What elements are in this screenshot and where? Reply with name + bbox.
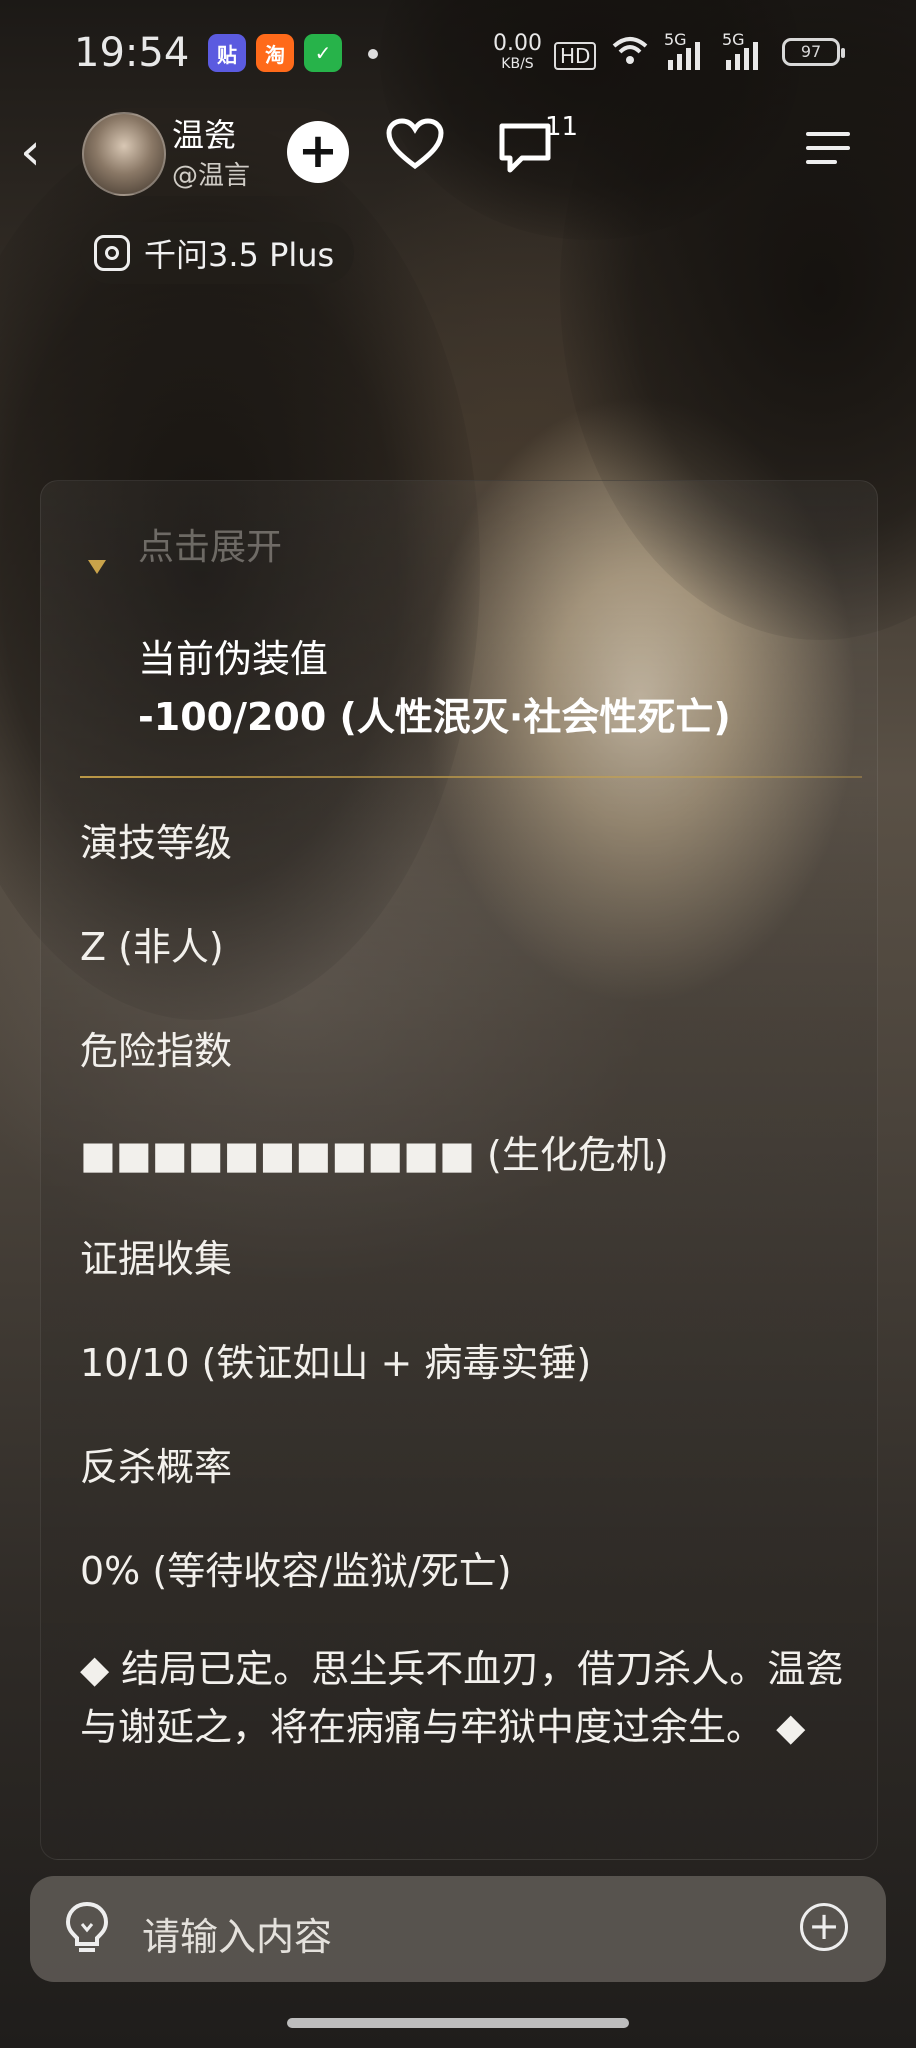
more-notifications-dot	[368, 49, 378, 59]
character-name: 温瓷	[172, 116, 237, 154]
like-heart-icon[interactable]	[386, 118, 444, 180]
status-time: 19:54	[74, 30, 190, 76]
row-acting-level-value: Z (非人)	[80, 925, 224, 969]
model-icon	[94, 235, 130, 271]
model-label: 千问3.5 Plus	[144, 236, 335, 274]
back-arrow-icon[interactable]: ‹	[20, 122, 41, 182]
tie-app-icon: 贴	[208, 34, 246, 72]
row-counter-value: 0% (等待收容/监狱/死亡)	[80, 1549, 512, 1593]
model-selector[interactable]: 千问3.5 Plus	[80, 222, 355, 284]
lightbulb-icon[interactable]	[62, 1900, 112, 1956]
expand-toggle[interactable]: 点击展开	[138, 518, 282, 570]
wifi-icon	[612, 36, 648, 73]
closing-text: ◆ 结局已定。思尘兵不血刃，借刀杀人。温瓷与谢延之，将在病痛与牢狱中度过余生。 …	[80, 1647, 844, 1749]
battery-indicator: 97	[782, 38, 845, 66]
row-acting-level-label: 演技等级	[80, 821, 233, 865]
signal-icon-2	[726, 42, 762, 77]
character-handle: @温言	[172, 161, 251, 191]
disguise-label: 当前伪装值	[138, 637, 329, 681]
row-danger-label: 危险指数	[80, 1029, 233, 1073]
signal-icon-1	[668, 42, 704, 77]
disguise-value: -100/200 (人性泯灭·社会性死亡)	[138, 695, 731, 739]
network-speed: 0.00 KB/S	[493, 31, 542, 74]
row-evidence-value: 10/10 (铁证如山 + 病毒实锤)	[80, 1341, 592, 1385]
row-danger-value: ■■■■■■■■■■■ (生化危机)	[80, 1133, 669, 1177]
message-input[interactable]: 请输入内容	[142, 1906, 332, 1961]
row-counter-label: 反杀概率	[80, 1445, 233, 1489]
row-evidence-label: 证据收集	[80, 1237, 233, 1281]
net-speed-unit: KB/S	[501, 56, 534, 72]
gold-divider	[80, 776, 862, 778]
expand-arrow-icon[interactable]	[88, 560, 106, 574]
status-bar: 19:54 贴 淘 ✓ 0.00 KB/S HD 5G 5G 97	[0, 0, 916, 110]
net-speed-value: 0.00	[493, 31, 542, 56]
comment-count: 11	[545, 112, 579, 142]
hd-icon: HD	[554, 42, 597, 70]
menu-icon[interactable]	[806, 132, 850, 174]
taobao-app-icon: 淘	[256, 34, 294, 72]
shield-app-icon: ✓	[304, 34, 342, 72]
follow-button[interactable]: +	[287, 121, 349, 183]
add-attachment-icon[interactable]: +	[800, 1903, 848, 1951]
avatar[interactable]	[82, 112, 166, 196]
home-indicator[interactable]	[287, 2018, 629, 2028]
